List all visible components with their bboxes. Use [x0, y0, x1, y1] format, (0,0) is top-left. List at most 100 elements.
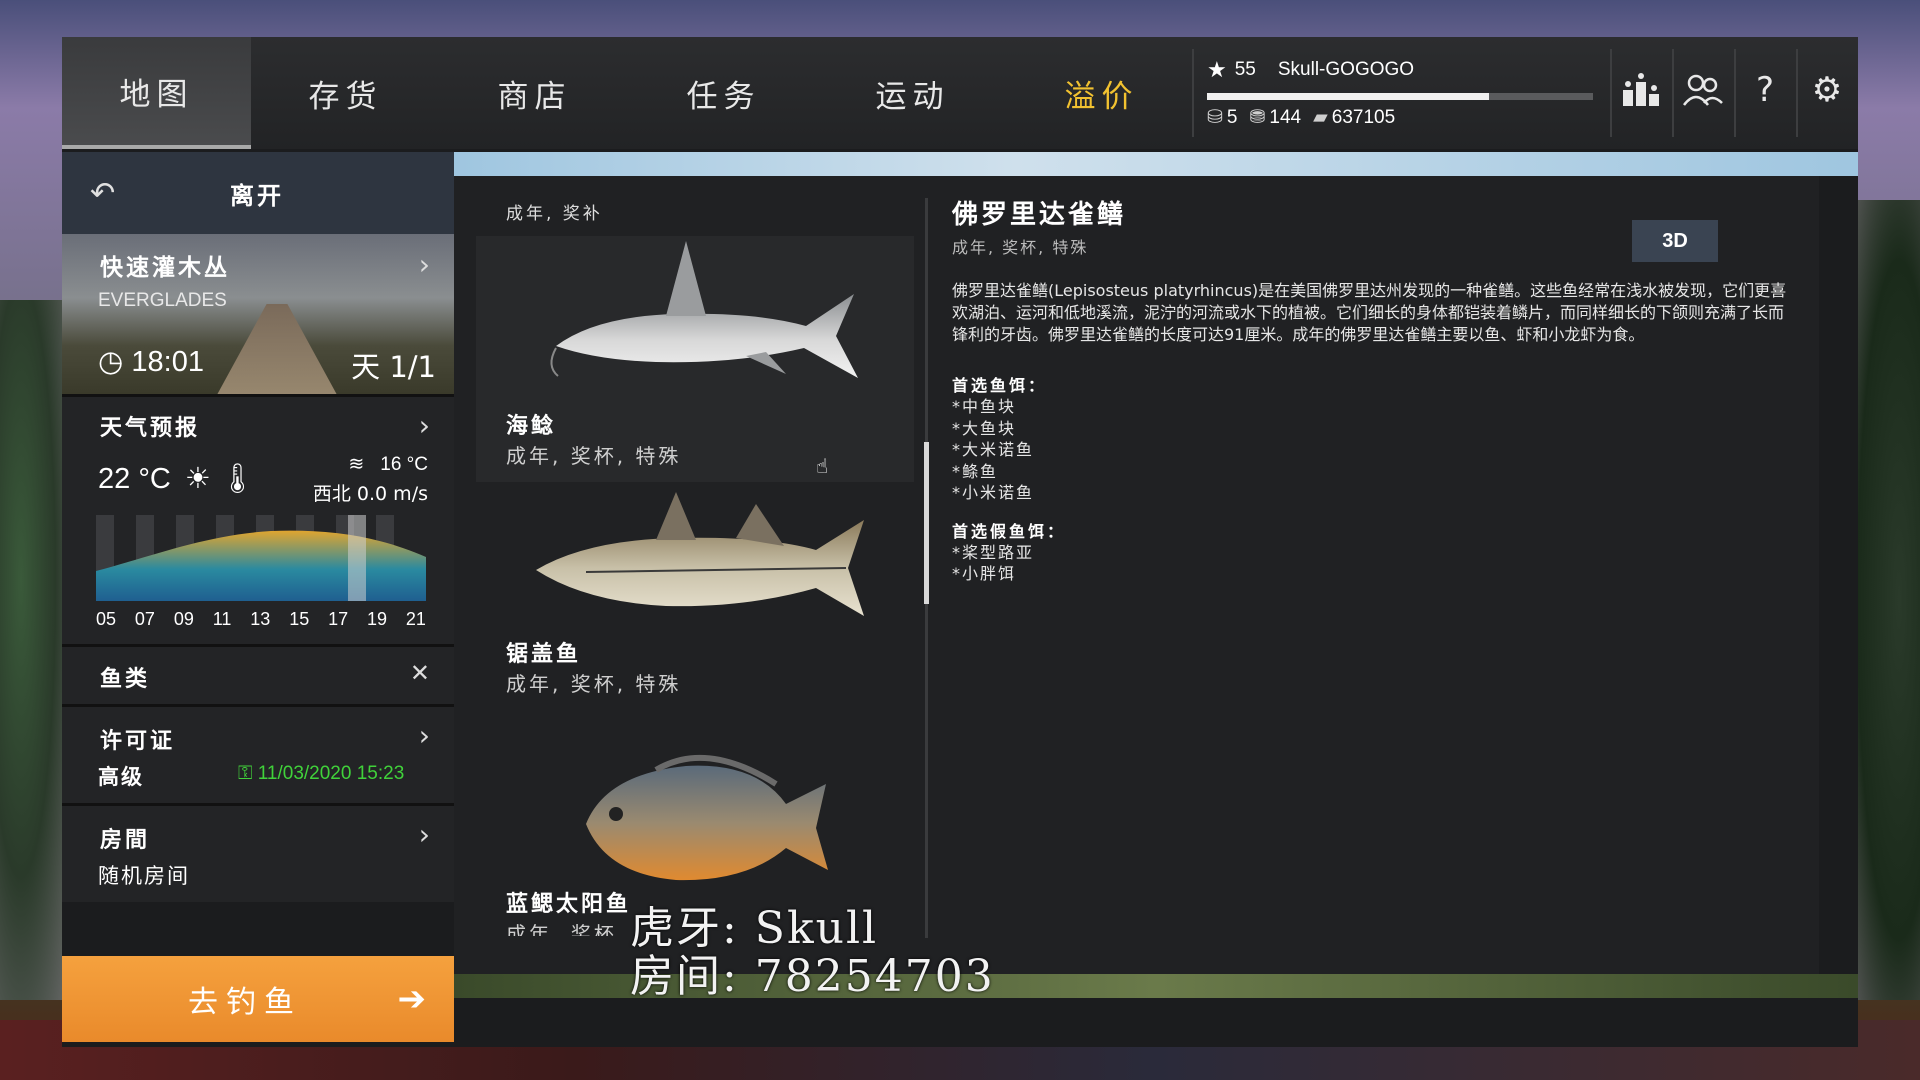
tab-missions[interactable]: 任务: [629, 37, 818, 149]
location-region: EVERGLADES: [98, 290, 227, 311]
lure-item: *小胖饵: [952, 564, 1017, 583]
water-temperature: ≋ 16 °C: [348, 453, 428, 476]
fish-name: 蓝鳃太阳鱼: [506, 892, 632, 917]
sun-icon: ☀: [184, 463, 211, 495]
hour-label: 11: [212, 609, 232, 629]
friends-icon[interactable]: [1674, 59, 1732, 121]
hour-label: 17: [328, 609, 349, 629]
tab-shop[interactable]: 商店: [440, 37, 629, 149]
help-icon[interactable]: ?: [1736, 59, 1794, 121]
xp-bar-fill: [1207, 93, 1489, 100]
background-foliage-left: [0, 300, 70, 1000]
preferred-bait-title: 首选鱼饵：: [952, 376, 1048, 395]
hour-label: 07: [134, 609, 155, 629]
token-icon: ⛁: [1207, 107, 1223, 128]
fish-description: 佛罗里达雀鳝(Lepisosteus platyrhincus)是在美国佛罗里达…: [952, 281, 1787, 344]
wind-info: 西北 0.0 m/s: [312, 483, 428, 505]
lock-icon: ⚿: [238, 763, 258, 784]
gold-coins-icon: ⛃: [1249, 107, 1266, 128]
leaderboard-icon[interactable]: [1612, 59, 1670, 121]
location-card[interactable]: 快速灌木丛 › EVERGLADES ◷ 18:01 天 1/1: [62, 234, 454, 394]
bait-item: *大鱼块: [952, 418, 1017, 438]
weather-forecast[interactable]: 天气预报 › 22 °C ☀ 🌡 ≋ 16 °C 西北 0.0 m/s 05 0…: [62, 394, 454, 644]
player-name: Skull-GOGOGO: [1277, 59, 1415, 80]
lure-item: *桨型路亚: [952, 542, 1035, 562]
fish-name: 海鲶: [506, 414, 557, 439]
fish-tags: 成年, 奖杯: [506, 922, 617, 936]
fish-detail: 佛罗里达雀鳝 成年, 奖杯, 特殊 3D 佛罗里达雀鳝(Lepisosteus …: [952, 194, 1802, 585]
room-value: 随机房间: [98, 864, 190, 888]
air-temperature-value: 22 °C: [98, 463, 171, 495]
gear-icon[interactable]: ⚙: [1798, 59, 1856, 121]
xp-bar: [1207, 93, 1593, 100]
hour-label: 05: [96, 609, 117, 629]
bait-item: *大米诺鱼: [952, 440, 1035, 459]
currency-silver: 637105: [1331, 107, 1396, 128]
sky-band: [454, 152, 1858, 176]
chevron-right-icon: ›: [418, 409, 430, 442]
background-foliage-right: [1850, 200, 1920, 1000]
player-status: ★ 55 Skull-GOGOGO ⛁ 5 ⛃ 144 ▰ 637105: [1207, 57, 1597, 137]
player-level: 55: [1234, 59, 1256, 80]
fish-title: 鱼类: [100, 667, 151, 692]
star-icon: ★: [1207, 57, 1227, 82]
leave-button[interactable]: ↶ 离开: [62, 152, 454, 234]
hour-label: 21: [405, 609, 426, 629]
go-fishing-button[interactable]: 去钓鱼 ➔: [62, 956, 454, 1042]
chevron-right-icon: ›: [418, 719, 430, 752]
game-day: 天 1/1: [351, 350, 436, 384]
currency-gold: 144: [1269, 107, 1302, 128]
air-temperature: 22 °C ☀ 🌡: [98, 461, 256, 496]
fish-name: 锯盖鱼: [506, 642, 582, 667]
hour-label: 19: [367, 609, 388, 629]
fish-filter[interactable]: 鱼类 ✕: [62, 644, 454, 704]
go-fishing-label: 去钓鱼: [188, 985, 302, 1020]
license-level: 高级: [98, 765, 144, 789]
hour-label: 13: [250, 609, 271, 629]
fish-card-snook[interactable]: 锯盖鱼 成年, 奖杯, 特殊: [476, 486, 914, 732]
fish-card-hardhead-catfish[interactable]: 海鲶 成年, 奖杯, 特殊 ☝: [476, 236, 914, 482]
divider: [1192, 49, 1194, 137]
license-section[interactable]: 许可证 › 高级 ⚿ 11/03/2020 15:23: [62, 704, 454, 803]
hour-label: 09: [173, 609, 194, 629]
weather-chart: [96, 515, 426, 601]
hour-labels: 05 07 09 11 13 15 17 19 21: [96, 609, 426, 630]
water-temperature-value: 16 °C: [380, 454, 428, 475]
hand-cursor-icon: ☝: [816, 454, 829, 478]
bait-item: *小米诺鱼: [952, 483, 1035, 502]
room-title: 房間: [100, 828, 151, 853]
chevron-right-icon: ›: [418, 248, 430, 281]
snook-image: [536, 492, 864, 616]
arrow-right-icon: ➔: [397, 979, 427, 1019]
thermometer-icon: 🌡: [218, 463, 256, 495]
tab-map[interactable]: 地图: [62, 37, 251, 149]
sidebar: ↶ 离开 快速灌木丛 › EVERGLADES ◷ 18:01 天 1/1 天气…: [62, 152, 454, 902]
room-section[interactable]: 房間 › 随机房间: [62, 803, 454, 902]
weather-title: 天气预报: [100, 416, 201, 441]
silver-coins-icon: ▰: [1313, 107, 1328, 128]
bait-item: *鲦鱼: [952, 461, 999, 481]
leave-label: 离开: [230, 181, 284, 210]
game-time-value: 18:01: [131, 346, 204, 378]
stream-watermark-line2: 房间: 78254703: [630, 951, 995, 1002]
fish-list-header: 成年, 奖补: [506, 204, 603, 224]
tab-sport[interactable]: 运动: [818, 37, 1007, 149]
fish-list-scroll-thumb[interactable]: [924, 442, 929, 604]
view-3d-button[interactable]: 3D: [1632, 220, 1718, 262]
license-expiry: ⚿ 11/03/2020 15:23: [238, 763, 404, 785]
back-arrow-icon: ↶: [90, 175, 116, 211]
catfish-image: [550, 241, 858, 378]
tab-premium[interactable]: 溢价: [1007, 37, 1196, 149]
close-icon[interactable]: ✕: [410, 659, 430, 687]
tab-inventory[interactable]: 存货: [251, 37, 440, 149]
preferred-lure-title: 首选假鱼饵：: [952, 521, 1067, 541]
top-navigation-bar: 地图 存货 商店 任务 运动 溢价 ★ 55 Skull-GOGOGO ⛁ 5 ⛃…: [62, 37, 1858, 149]
pier-image: [212, 304, 342, 394]
clock-icon: ◷: [98, 346, 132, 378]
bluegill-image: [586, 754, 828, 881]
license-expiry-value: 11/03/2020 15:23: [257, 763, 405, 784]
water-icon: ≋: [348, 454, 365, 475]
fish-tags: 成年, 奖杯, 特殊: [506, 444, 682, 468]
license-title: 许可证: [100, 729, 176, 754]
chevron-right-icon: ›: [418, 818, 430, 851]
